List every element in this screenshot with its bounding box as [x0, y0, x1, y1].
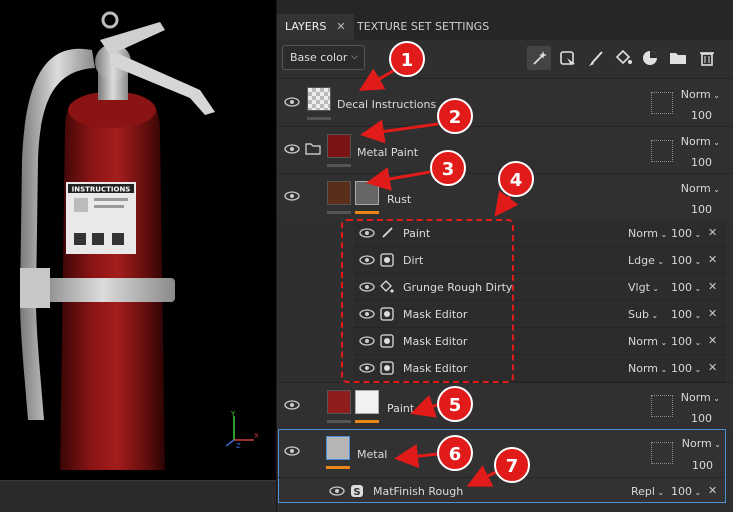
- annotation-badge: 3: [430, 150, 466, 186]
- panel-header-strip: [277, 0, 733, 14]
- blend-mode[interactable]: Norm ⌄: [681, 88, 720, 101]
- effect-opacity[interactable]: 100 ⌄: [671, 335, 701, 348]
- close-icon[interactable]: ✕: [336, 20, 345, 33]
- blend-mode[interactable]: Norm ⌄: [628, 335, 667, 348]
- eye-icon[interactable]: [284, 144, 300, 154]
- eye-icon[interactable]: [284, 97, 300, 107]
- blend-mode[interactable]: Norm ⌄: [681, 135, 720, 148]
- close-icon[interactable]: ✕: [708, 484, 717, 497]
- viewport-status-bar: [0, 480, 276, 512]
- blend-mode[interactable]: Norm ⌄: [628, 362, 667, 375]
- annotation-badge: 2: [437, 98, 473, 134]
- effect-opacity[interactable]: 100 ⌄: [671, 485, 701, 498]
- chevron-down-icon: ⌵: [351, 52, 358, 62]
- blend-mode[interactable]: Norm ⌄: [682, 437, 721, 450]
- tab-texture-set-settings[interactable]: TEXTURE SET SETTINGS: [349, 14, 497, 40]
- mask-slot: [651, 92, 673, 114]
- layer-decal-instructions[interactable]: Decal Instructions Norm ⌄ 100: [277, 78, 733, 126]
- close-icon[interactable]: ✕: [708, 280, 717, 293]
- folder-icon[interactable]: [666, 46, 690, 70]
- annotation-badge: 4: [498, 161, 534, 197]
- mask-thumbnail[interactable]: [355, 390, 379, 414]
- layer-opacity[interactable]: 100: [691, 109, 712, 122]
- folder-icon[interactable]: [305, 142, 321, 155]
- svg-text:S: S: [353, 487, 360, 498]
- effects-highlight-box: [341, 219, 514, 383]
- fill-bucket-icon[interactable]: [611, 46, 635, 70]
- eye-icon[interactable]: [284, 400, 300, 410]
- layer-name[interactable]: Paint: [387, 402, 414, 415]
- effect-opacity[interactable]: 100 ⌄: [671, 362, 701, 375]
- close-icon[interactable]: ✕: [708, 253, 717, 266]
- mask-thumbnail[interactable]: [355, 181, 379, 205]
- effect-opacity[interactable]: 100 ⌄: [671, 227, 701, 240]
- brush-icon[interactable]: [584, 46, 608, 70]
- blend-mode[interactable]: Ldge ⌄: [628, 254, 664, 267]
- fire-extinguisher-model: INSTRUCTIONS: [20, 11, 215, 470]
- blend-mode[interactable]: Norm ⌄: [628, 227, 667, 240]
- annotation-badge: 6: [437, 435, 473, 471]
- blend-mode[interactable]: Repl ⌄: [631, 485, 664, 498]
- layer-thumbnail: [307, 87, 331, 111]
- annotation-badge: 7: [494, 447, 530, 483]
- mask-slot: [651, 395, 673, 417]
- layers-toolbar: Base color ⌵: [277, 40, 733, 78]
- layer-opacity[interactable]: 100: [691, 412, 712, 425]
- substance-icon: S: [351, 485, 363, 498]
- fill-mask-icon[interactable]: [556, 46, 580, 70]
- annotation-badge: 1: [389, 41, 425, 77]
- layer-thumbnail: [327, 134, 351, 158]
- eye-icon[interactable]: [329, 486, 345, 496]
- layer-thumbnail: [326, 436, 350, 460]
- layer-name[interactable]: Rust: [387, 193, 411, 206]
- tab-layers[interactable]: LAYERS ✕: [277, 14, 354, 40]
- 3d-viewport[interactable]: INSTRUCTIONS Y X Z: [0, 0, 276, 480]
- eye-icon[interactable]: [284, 191, 300, 201]
- axis-gizmo: Y X Z: [225, 410, 259, 450]
- close-icon[interactable]: ✕: [708, 361, 717, 374]
- effect-opacity[interactable]: 100 ⌄: [671, 308, 701, 321]
- close-icon[interactable]: ✕: [708, 307, 717, 320]
- layer-thumbnail: [327, 390, 351, 414]
- trash-icon[interactable]: [695, 46, 719, 70]
- layer-opacity[interactable]: 100: [692, 459, 713, 472]
- svg-text:Y: Y: [230, 410, 236, 418]
- eye-icon[interactable]: [284, 446, 300, 456]
- annotation-badge: 5: [437, 386, 473, 422]
- mask-slot: [651, 442, 673, 464]
- channel-select[interactable]: Base color ⌵: [282, 45, 365, 70]
- layer-name[interactable]: Metal: [357, 448, 387, 461]
- layer-paint[interactable]: Paint Norm ⌄ 100: [277, 382, 733, 428]
- blend-mode[interactable]: Norm ⌄: [681, 182, 720, 195]
- layer-thumbnail: [327, 181, 351, 205]
- effect-opacity[interactable]: 100 ⌄: [671, 254, 701, 267]
- blend-mode[interactable]: Norm ⌄: [681, 391, 720, 404]
- svg-text:X: X: [254, 432, 259, 440]
- layer-opacity[interactable]: 100: [691, 203, 712, 216]
- magic-wand-icon[interactable]: [527, 46, 551, 70]
- smart-material-icon[interactable]: [638, 46, 662, 70]
- effect-matfinish-rough[interactable]: S MatFinish Rough Repl ⌄ 100 ⌄ ✕: [278, 477, 724, 503]
- svg-text:Z: Z: [236, 442, 241, 450]
- effect-opacity[interactable]: 100 ⌄: [671, 281, 701, 294]
- close-icon[interactable]: ✕: [708, 226, 717, 239]
- layer-opacity[interactable]: 100: [691, 156, 712, 169]
- blend-mode[interactable]: Vlgt ⌄: [628, 281, 659, 294]
- svg-text:INSTRUCTIONS: INSTRUCTIONS: [72, 186, 131, 194]
- close-icon[interactable]: ✕: [708, 334, 717, 347]
- panel-tabbar: LAYERS ✕ TEXTURE SET SETTINGS: [277, 14, 733, 40]
- layer-name[interactable]: Decal Instructions: [337, 98, 436, 111]
- mask-slot: [651, 140, 673, 162]
- blend-mode[interactable]: Sub ⌄: [628, 308, 658, 321]
- layer-name[interactable]: Metal Paint: [357, 146, 418, 159]
